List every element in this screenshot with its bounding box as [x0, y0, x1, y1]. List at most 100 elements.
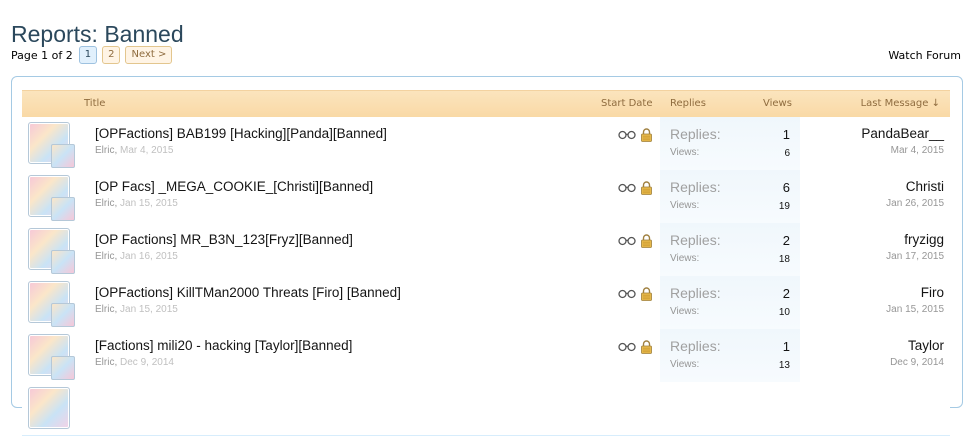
locked-icon — [641, 181, 652, 195]
thread-author-link[interactable]: Elric — [95, 145, 114, 156]
thread-title-link[interactable]: [OP Factions] MR_B3N_123[Fryz][Banned] — [95, 232, 353, 247]
thread-stats: Replies: 2 Views: 18 — [660, 223, 800, 276]
thread-stats: Replies: 1 Views: 13 — [660, 329, 800, 382]
page-1-link[interactable]: 1 — [78, 46, 98, 64]
thread-meta: Elric, Jan 15, 2015 — [95, 304, 178, 315]
thread-start-date: Jan 15, 2015 — [120, 198, 178, 209]
thread-stats: Replies: 2 Views: 10 — [660, 276, 800, 329]
last-poster-link[interactable]: PandaBear__ — [861, 126, 944, 141]
preview-glasses-icon[interactable] — [618, 289, 636, 299]
last-message-date[interactable]: Dec 9, 2014 — [890, 357, 944, 368]
last-message: fryzigg Jan 17, 2015 — [886, 232, 944, 262]
views-count: 13 — [778, 360, 790, 371]
watch-forum-link[interactable]: Watch Forum — [888, 49, 961, 62]
thread-status-icons — [618, 287, 652, 301]
thread-author-link[interactable]: Elric — [95, 304, 114, 315]
thread-status-icons — [618, 340, 652, 354]
thread-meta: Elric, Jan 16, 2015 — [95, 251, 178, 262]
replies-label: Replies: — [670, 232, 721, 248]
replies-label: Replies: — [670, 179, 721, 195]
last-message-date[interactable]: Jan 15, 2015 — [886, 304, 944, 315]
last-poster-avatar[interactable] — [51, 356, 75, 380]
locked-icon — [641, 340, 652, 354]
last-message-date[interactable]: Mar 4, 2015 — [861, 145, 944, 156]
locked-icon — [641, 287, 652, 301]
thread-start-date: Mar 4, 2015 — [120, 145, 174, 156]
thread-row: [OP Facs] _MEGA_COOKIE_[Christi][Banned]… — [22, 170, 950, 224]
views-label: Views: — [670, 306, 700, 317]
thread-author-link[interactable]: Elric — [95, 251, 114, 262]
thread-meta: Elric, Jan 15, 2015 — [95, 198, 178, 209]
thread-start-date: Dec 9, 2014 — [120, 357, 174, 368]
thread-status-icons — [618, 234, 652, 248]
thread-stats: Replies: 6 Views: 19 — [660, 170, 800, 223]
last-poster-link[interactable]: Taylor — [890, 338, 944, 353]
preview-glasses-icon[interactable] — [618, 342, 636, 352]
last-poster-avatar[interactable] — [51, 250, 75, 274]
preview-glasses-icon[interactable] — [618, 236, 636, 246]
views-count: 6 — [784, 148, 790, 159]
views-count: 19 — [778, 201, 790, 212]
last-poster-link[interactable]: Firo — [886, 285, 944, 300]
start-date-sort-link[interactable]: Start Date — [601, 98, 653, 109]
thread-meta: Elric, Dec 9, 2014 — [95, 357, 174, 368]
page-title: Reports: Banned — [11, 21, 184, 48]
thread-row: [OP Factions] MR_B3N_123[Fryz][Banned] E… — [22, 223, 950, 277]
last-message-date[interactable]: Jan 26, 2015 — [886, 198, 944, 209]
pagination: Page 1 of 2 1 2 Next > — [11, 46, 173, 64]
views-label: Views: — [670, 253, 700, 264]
views-count: 18 — [778, 254, 790, 265]
preview-glasses-icon[interactable] — [618, 130, 636, 140]
last-poster-avatar[interactable] — [51, 303, 75, 327]
thread-row: [OPFactions] KillTMan2000 Threats [Firo]… — [22, 276, 950, 330]
last-poster-avatar[interactable] — [51, 197, 75, 221]
thread-stats: Replies: 1 Views: 6 — [660, 117, 800, 170]
thread-row: [Factions] mili20 - hacking [Taylor][Ban… — [22, 329, 950, 383]
views-sort-link[interactable]: Views — [763, 98, 792, 109]
locked-icon — [641, 128, 652, 142]
thread-title-link[interactable]: [OP Facs] _MEGA_COOKIE_[Christi][Banned] — [95, 179, 373, 194]
author-avatar[interactable] — [28, 387, 70, 429]
thread-start-date: Jan 15, 2015 — [120, 304, 178, 315]
title-sort-link[interactable]: Title — [84, 98, 105, 109]
replies-count: 2 — [782, 286, 790, 301]
next-page-link[interactable]: Next > — [125, 46, 173, 64]
thread-meta: Elric, Mar 4, 2015 — [95, 145, 174, 156]
thread-row-partial — [22, 382, 950, 436]
views-label: Views: — [670, 200, 700, 211]
views-label: Views: — [670, 359, 700, 370]
last-message-sort-link[interactable]: Last Message ↓ — [861, 98, 940, 109]
thread-title-link[interactable]: [OPFactions] KillTMan2000 Threats [Firo]… — [95, 285, 401, 300]
last-poster-link[interactable]: Christi — [886, 179, 944, 194]
thread-status-icons — [618, 181, 652, 195]
views-label: Views: — [670, 147, 700, 158]
replies-label: Replies: — [670, 338, 721, 354]
replies-count: 1 — [782, 127, 790, 142]
thread-title-link[interactable]: [Factions] mili20 - hacking [Taylor][Ban… — [95, 338, 352, 353]
last-poster-link[interactable]: fryzigg — [886, 232, 944, 247]
thread-list-header: Title Start Date Replies Views Last Mess… — [22, 90, 950, 118]
replies-count: 6 — [782, 180, 790, 195]
last-message: PandaBear__ Mar 4, 2015 — [861, 126, 944, 156]
last-message: Firo Jan 15, 2015 — [886, 285, 944, 315]
thread-author-link[interactable]: Elric — [95, 357, 114, 368]
preview-glasses-icon[interactable] — [618, 183, 636, 193]
thread-start-date: Jan 16, 2015 — [120, 251, 178, 262]
replies-count: 2 — [782, 233, 790, 248]
last-message: Christi Jan 26, 2015 — [886, 179, 944, 209]
replies-label: Replies: — [670, 285, 721, 301]
last-message: Taylor Dec 9, 2014 — [890, 338, 944, 368]
views-count: 10 — [778, 307, 790, 318]
last-poster-avatar[interactable] — [51, 144, 75, 168]
thread-row: [OPFactions] BAB199 [Hacking][Panda][Ban… — [22, 117, 950, 171]
page-2-link[interactable]: 2 — [102, 46, 121, 64]
replies-sort-link[interactable]: Replies — [670, 98, 706, 109]
last-message-date[interactable]: Jan 17, 2015 — [886, 251, 944, 262]
thread-author-link[interactable]: Elric — [95, 198, 114, 209]
replies-label: Replies: — [670, 126, 721, 142]
replies-count: 1 — [782, 339, 790, 354]
page-count-label: Page 1 of 2 — [11, 48, 73, 62]
thread-status-icons — [618, 128, 652, 142]
locked-icon — [641, 234, 652, 248]
thread-title-link[interactable]: [OPFactions] BAB199 [Hacking][Panda][Ban… — [95, 126, 387, 141]
